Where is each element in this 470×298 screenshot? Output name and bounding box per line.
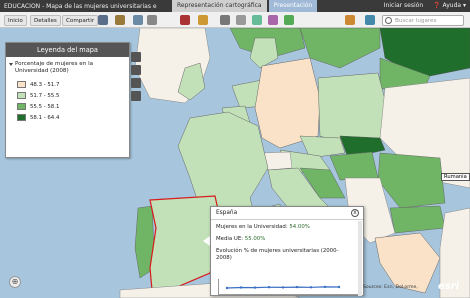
help-icon: ❓ — [433, 2, 441, 9]
popup-title: España — [211, 207, 363, 220]
legend-side-tools — [131, 52, 141, 104]
legend-layer-title[interactable]: Porcentaje de mujeres en la Universidad … — [6, 57, 129, 77]
refresh-icon[interactable] — [284, 15, 294, 25]
ue-label: Media UE: — [216, 236, 244, 242]
measure-icon[interactable] — [198, 15, 208, 25]
app-title: EDUCACIÓN - Mapa de las mujeres universi… — [4, 2, 157, 10]
legend-panel-icon[interactable] — [131, 78, 141, 88]
search-icon — [385, 17, 392, 24]
popup-scrollbar[interactable] — [358, 221, 362, 296]
map-attribution: Sources: Esri, DeLorme, — [363, 285, 418, 290]
ue-value: 55.00% — [244, 236, 266, 242]
help-menu[interactable]: ❓ Ayuda ▾ — [433, 0, 466, 12]
toolbar: Inicio Detalles Compartir Buscar lugares — [0, 12, 470, 28]
basemap-icon[interactable] — [147, 15, 157, 25]
details-button[interactable]: Detalles — [30, 15, 61, 26]
collapse-triangle-icon[interactable] — [9, 63, 13, 66]
popup-ue-row: Media UE: 55.00% — [216, 236, 265, 242]
search-placeholder: Buscar lugares — [395, 18, 437, 24]
romania-label: Rumania — [441, 173, 470, 181]
help-label: Ayuda — [442, 2, 462, 9]
legend-class: 55.5 - 58.1 — [17, 103, 129, 110]
legend-title-text: Porcentaje de mujeres en la Universidad … — [15, 61, 94, 74]
layers-panel-icon[interactable] — [131, 65, 141, 75]
table-icon[interactable] — [236, 15, 246, 25]
view-tabs: Representación cartográfica Presentación — [172, 0, 319, 12]
layers-icon[interactable] — [133, 15, 143, 25]
legend-class: 58.1 - 64.4 — [17, 114, 129, 121]
legend-swatch — [17, 92, 26, 99]
tab-representacion[interactable]: Representación cartográfica — [172, 0, 267, 12]
signin-link[interactable]: Iniciar sesión — [384, 0, 423, 12]
edit-icon[interactable] — [220, 15, 230, 25]
legend-class-label: 51.7 - 55.5 — [30, 92, 60, 99]
evolution-line — [225, 285, 341, 290]
print-icon[interactable] — [115, 15, 125, 25]
legend-class: 48.3 - 51.7 — [17, 81, 129, 88]
list-icon[interactable] — [131, 91, 141, 101]
bookmark-icon[interactable] — [180, 15, 190, 25]
univ-label: Mujeres en la Universidad: — [216, 224, 288, 230]
top-right-links: Iniciar sesión ❓ Ayuda ▾ — [384, 0, 466, 12]
legend-class-label: 55.5 - 58.1 — [30, 103, 60, 110]
popup-pointer — [203, 236, 210, 246]
save-icon[interactable] — [98, 15, 108, 25]
map-legend: Leyenda del mapa Porcentaje de mujeres e… — [5, 42, 130, 158]
popup-evol-label: Evolución % de mujeres universitarias (2… — [216, 248, 339, 261]
legend-header: Leyenda del mapa — [6, 43, 129, 57]
legend-swatch — [17, 114, 26, 121]
settings-icon[interactable] — [365, 15, 375, 25]
addons-icon[interactable] — [345, 15, 355, 25]
search-input[interactable]: Buscar lugares — [382, 15, 464, 26]
home-button[interactable]: Inicio — [4, 15, 27, 26]
univ-value: 54.00% — [289, 224, 310, 230]
info-icon[interactable] — [131, 52, 141, 62]
share-button[interactable]: Compartir — [62, 15, 99, 26]
legend-swatch — [17, 103, 26, 110]
popup-univ-row: Mujeres en la Universidad: 54.00% — [216, 224, 310, 230]
tab-presentacion[interactable]: Presentación — [268, 0, 318, 12]
legend-class-label: 48.3 - 51.7 — [30, 81, 60, 88]
legend-swatch — [17, 81, 26, 88]
legend-class-label: 58.1 - 64.4 — [30, 114, 60, 121]
esri-logo: esri — [438, 281, 460, 292]
analysis-icon[interactable] — [252, 15, 262, 25]
info-popup: España x Mujeres en la Universidad: 54.0… — [210, 206, 364, 296]
close-icon[interactable]: x — [351, 209, 359, 217]
chart-icon[interactable] — [268, 15, 278, 25]
locate-button[interactable]: ⊕ — [9, 276, 21, 288]
evolution-chart — [218, 279, 358, 295]
legend-class: 51.7 - 55.5 — [17, 92, 129, 99]
